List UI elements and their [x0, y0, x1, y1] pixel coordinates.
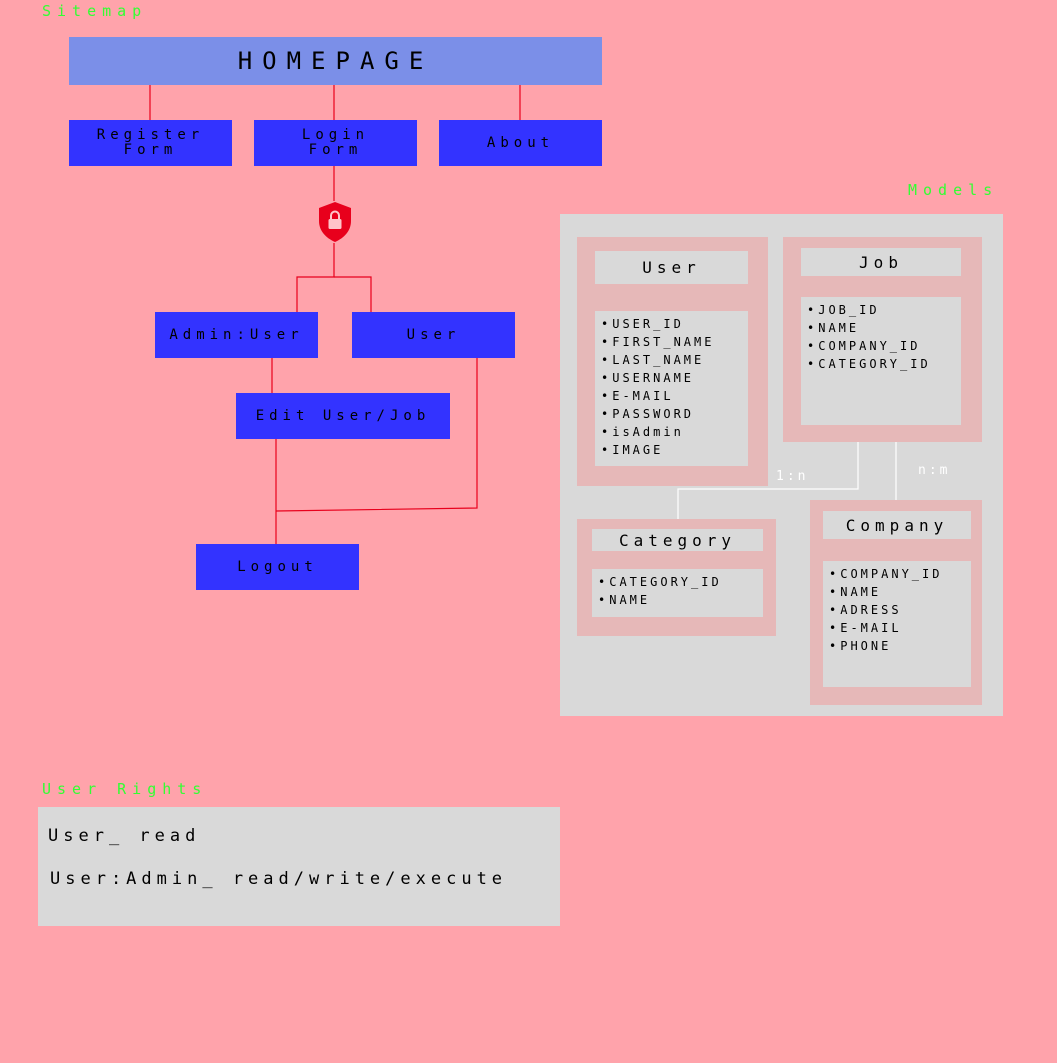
company-model-title: Company: [823, 511, 971, 539]
field: USERNAME: [601, 369, 748, 387]
user-model-card: User USER_ID FIRST_NAME LAST_NAME USERNA…: [577, 237, 768, 486]
job-model-fields: JOB_ID NAME COMPANY_ID CATEGORY_ID: [801, 297, 961, 425]
relation-label-one-to-many: 1:n: [776, 469, 809, 484]
field: USER_ID: [601, 315, 748, 333]
field: NAME: [598, 591, 763, 609]
field: CATEGORY_ID: [807, 355, 961, 373]
field: isAdmin: [601, 423, 748, 441]
category-model-fields: CATEGORY_ID NAME: [592, 569, 763, 617]
field: NAME: [807, 319, 961, 337]
relation-label-many-to-many: n:m: [918, 463, 951, 478]
user-rights-panel: User_ read User:Admin_ read/write/execut…: [38, 807, 560, 926]
admin-rights-line: User:Admin_ read/write/execute: [50, 869, 508, 889]
field: COMPANY_ID: [829, 565, 971, 583]
user-rights-line: User_ read: [48, 826, 201, 846]
field: COMPANY_ID: [807, 337, 961, 355]
user-model-fields: USER_ID FIRST_NAME LAST_NAME USERNAME E-…: [595, 311, 748, 466]
category-model-card: Category CATEGORY_ID NAME: [577, 519, 776, 636]
job-model-title: Job: [801, 248, 961, 276]
job-model-card: Job JOB_ID NAME COMPANY_ID CATEGORY_ID: [783, 237, 982, 442]
company-model-fields: COMPANY_ID NAME ADRESS E-MAIL PHONE: [823, 561, 971, 687]
field: LAST_NAME: [601, 351, 748, 369]
field: E-MAIL: [829, 619, 971, 637]
field: JOB_ID: [807, 301, 961, 319]
field: IMAGE: [601, 441, 748, 459]
field: ADRESS: [829, 601, 971, 619]
category-model-title: Category: [592, 529, 763, 551]
user-model-title: User: [595, 251, 748, 284]
field: PHONE: [829, 637, 971, 655]
field: FIRST_NAME: [601, 333, 748, 351]
field: E-MAIL: [601, 387, 748, 405]
field: CATEGORY_ID: [598, 573, 763, 591]
field: NAME: [829, 583, 971, 601]
company-model-card: Company COMPANY_ID NAME ADRESS E-MAIL PH…: [810, 500, 982, 705]
field: PASSWORD: [601, 405, 748, 423]
